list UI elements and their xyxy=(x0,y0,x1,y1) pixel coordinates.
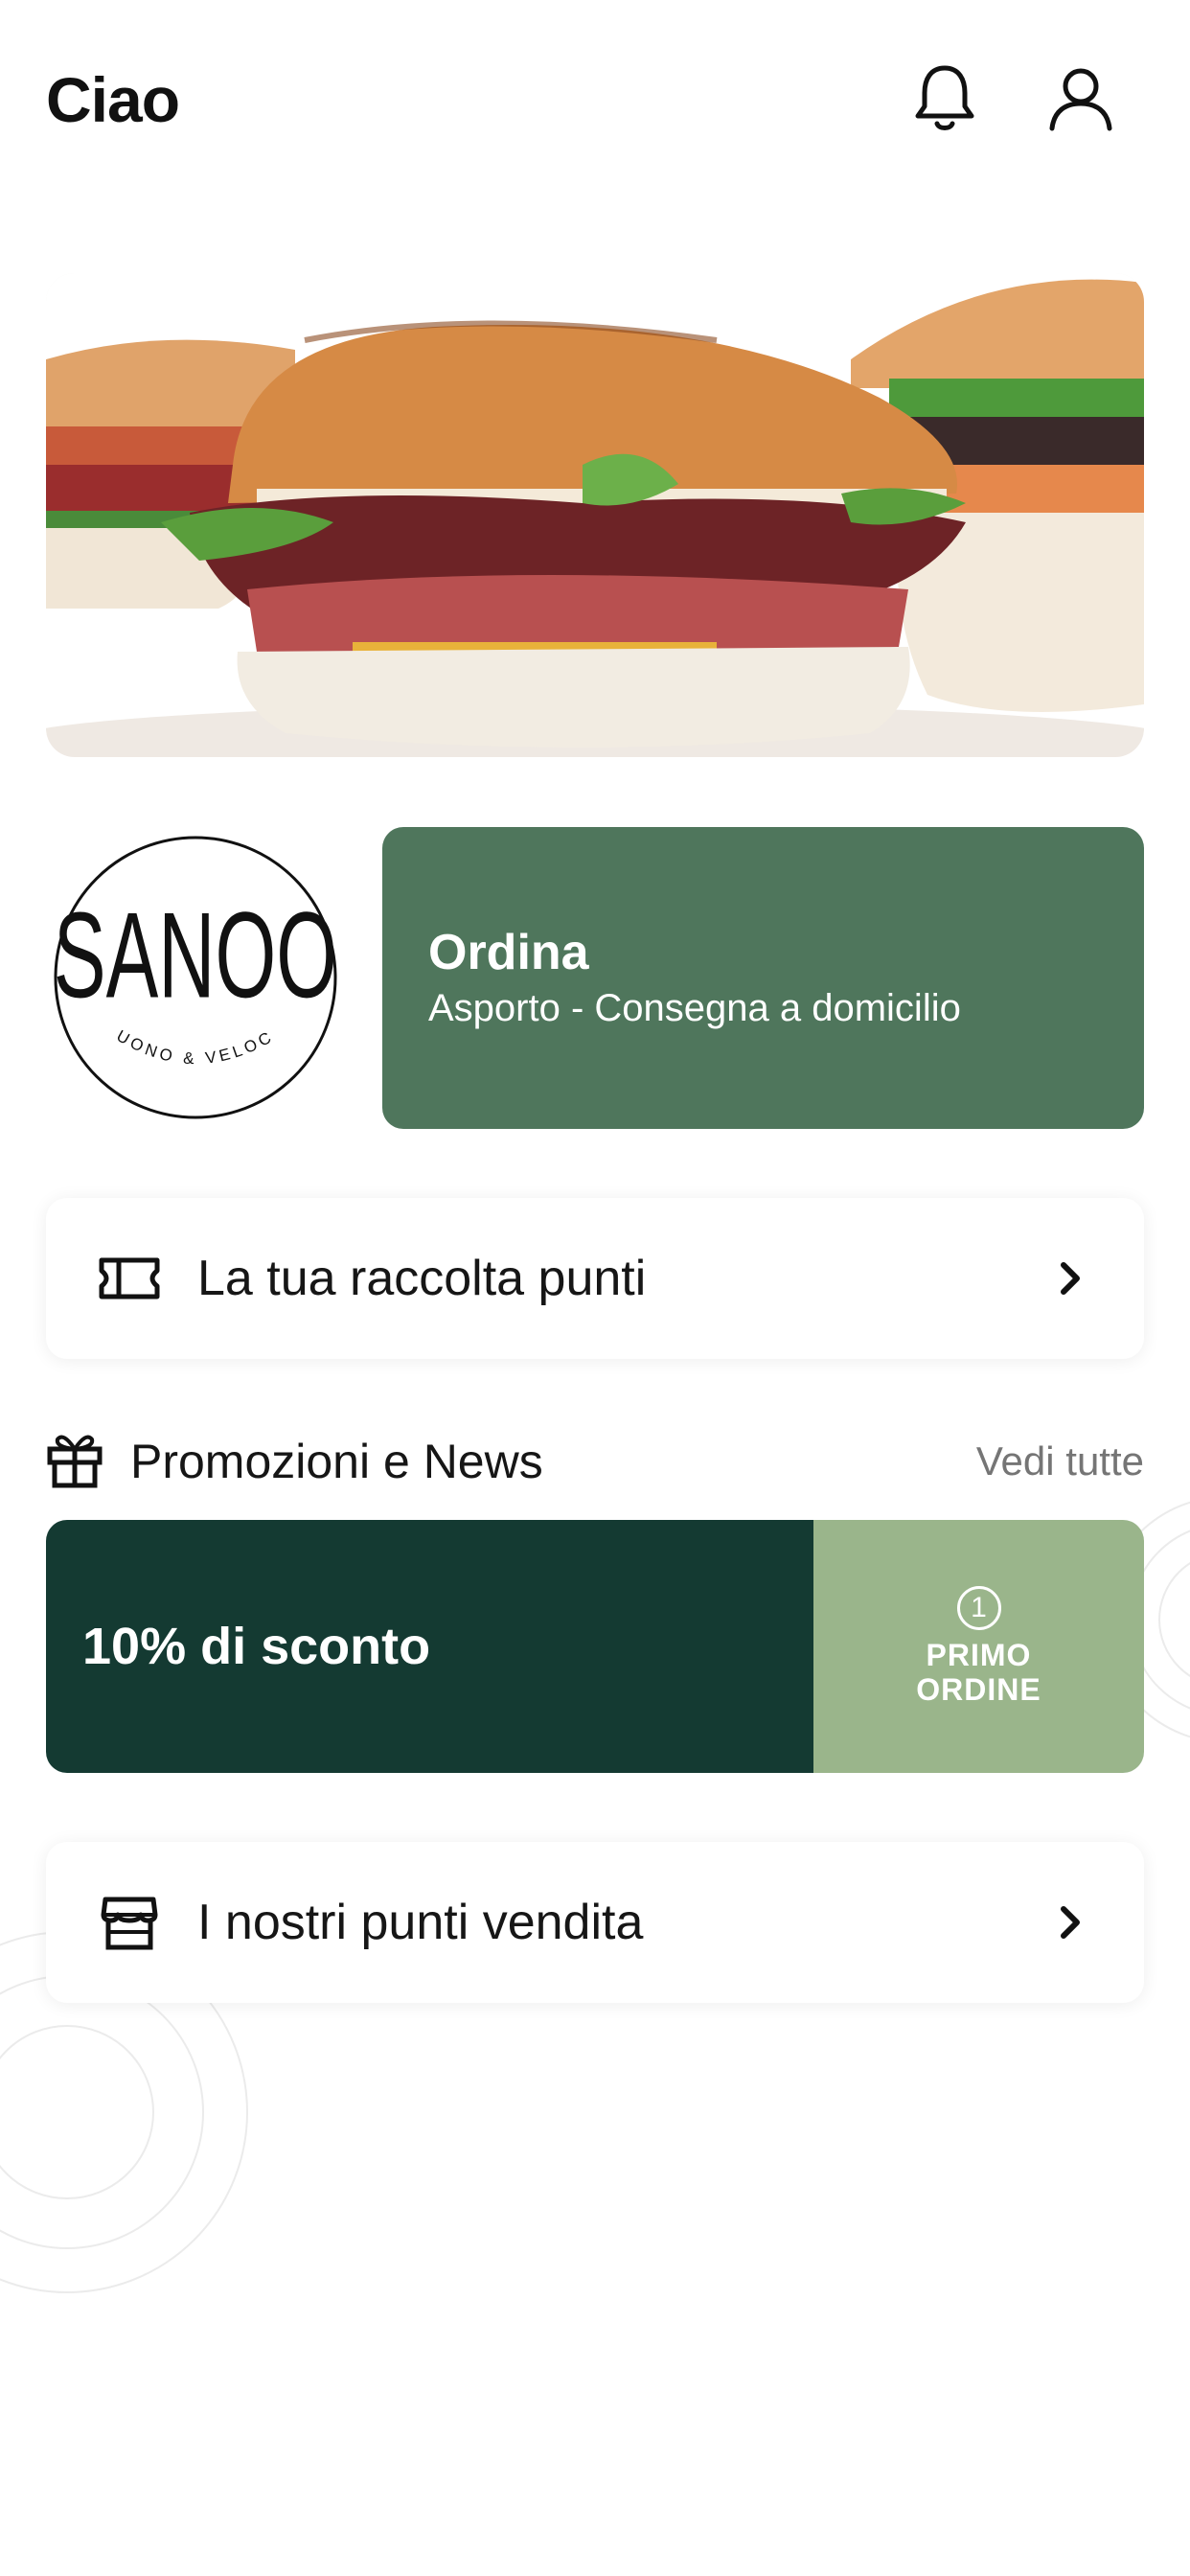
greeting-title: Ciao xyxy=(46,64,180,135)
stores-label: I nostri punti vendita xyxy=(197,1895,644,1950)
brand-logo: SANOO BUONO & VELOCE xyxy=(44,819,339,1121)
ticket-icon xyxy=(96,1245,163,1312)
loyalty-label: La tua raccolta punti xyxy=(197,1251,647,1306)
store-icon xyxy=(96,1889,163,1956)
promo-banner[interactable]: 10% di sconto 1 PRIMO ORDINE xyxy=(46,1520,1144,1773)
promo-badge-line2: ORDINE xyxy=(916,1672,1041,1707)
bell-icon xyxy=(915,65,974,130)
hero-burger-image xyxy=(46,273,1144,757)
logo-wordmark: SANOO xyxy=(54,886,337,1024)
profile-button[interactable] xyxy=(1044,61,1117,134)
order-subtitle: Asporto - Consegna a domicilio xyxy=(428,986,961,1029)
burger-illustration xyxy=(46,273,1144,757)
see-all-link[interactable]: Vedi tutte xyxy=(976,1438,1144,1484)
order-title: Ordina xyxy=(428,924,589,980)
stores-button[interactable]: I nostri punti vendita xyxy=(46,1842,1144,2003)
top-header: Ciao xyxy=(46,58,1144,138)
chevron-right-icon xyxy=(1046,1254,1094,1302)
chevron-right-icon xyxy=(1046,1898,1094,1946)
promo-badge-line1: PRIMO xyxy=(926,1638,1032,1672)
promo-badge: 1 PRIMO ORDINE xyxy=(813,1520,1144,1773)
promo-left-panel: 10% di sconto xyxy=(46,1520,813,1773)
promotions-title: Promozioni e News xyxy=(130,1435,543,1488)
promo-text: 10% di sconto xyxy=(82,1618,431,1675)
promotions-header: Promozioni e News Vedi tutte xyxy=(46,1428,1144,1495)
loyalty-points-button[interactable]: La tua raccolta punti xyxy=(46,1198,1144,1359)
user-icon xyxy=(1049,68,1112,131)
notifications-button[interactable] xyxy=(908,61,981,134)
promo-badge-number: 1 xyxy=(956,1586,1001,1630)
order-button[interactable]: Ordina Asporto - Consegna a domicilio xyxy=(382,827,1144,1129)
gift-icon xyxy=(46,1430,103,1494)
